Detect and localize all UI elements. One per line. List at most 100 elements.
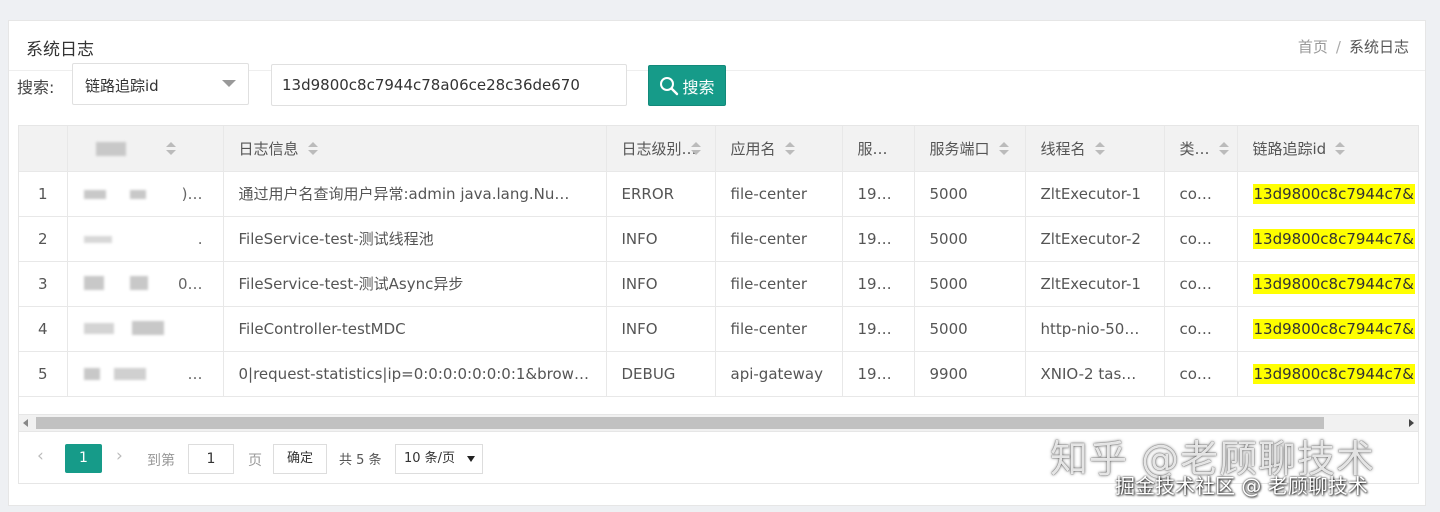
column-header-level[interactable]: 日志级别 [606, 126, 716, 172]
column-header-port[interactable]: 服务端口 [914, 126, 1026, 172]
cell-time-redacted: )… [67, 171, 224, 217]
cell-time-redacted: . [67, 216, 224, 262]
cell-server: 19… [842, 306, 915, 352]
column-header-index [19, 126, 68, 172]
page-button-current[interactable]: 1 [65, 444, 102, 473]
row-index: 3 [19, 261, 68, 307]
column-header-message[interactable]: 日志信息 [223, 126, 607, 172]
total-count: 共 5 条 [339, 453, 382, 468]
chevron-right-icon[interactable]: › [116, 446, 123, 466]
search-label: 搜索: [17, 78, 55, 97]
cell-server: 19… [842, 171, 915, 217]
search-button-label: 搜索 [682, 77, 715, 97]
log-table-container[interactable]: 日志信息 日志级别 应用名 服… 服务端口 线程名 类… 链路追踪id 1 )…… [18, 125, 1419, 415]
breadcrumb-separator: / [1335, 38, 1341, 56]
cell-message: FileService-test-测试Async异步 [223, 261, 607, 307]
goto-label: 到第 [147, 453, 175, 469]
table-row[interactable]: 3 0… FileService-test-测试Async异步 INFO fil… [19, 261, 1418, 307]
cell-trace-id: 13d9800c8c7944c7& [1237, 351, 1418, 397]
trace-id-highlight: 13d9800c8c7944c7& [1252, 228, 1415, 249]
redacted-block [95, 142, 126, 156]
cell-app: file-center [715, 171, 843, 217]
sort-icon[interactable] [1335, 142, 1346, 156]
trace-id-highlight: 13d9800c8c7944c7& [1252, 363, 1415, 384]
table-header-row: 日志信息 日志级别 应用名 服… 服务端口 线程名 类… 链路追踪id [19, 126, 1418, 172]
cell-trace-id: 13d9800c8c7944c7& [1237, 216, 1418, 262]
column-header-time[interactable] [67, 126, 224, 172]
cell-level: ERROR [606, 171, 716, 217]
cell-trace-id: 13d9800c8c7944c7& [1237, 306, 1418, 352]
cell-thread: ZltExecutor-1 [1025, 261, 1165, 307]
cell-port: 5000 [914, 216, 1026, 262]
sort-icon[interactable] [998, 142, 1009, 156]
cell-thread: http-nio-50… [1025, 306, 1165, 352]
scroll-right-icon[interactable] [1409, 419, 1414, 427]
page-size-select[interactable]: 10 条/页 [395, 444, 483, 474]
cell-thread: ZltExecutor-1 [1025, 171, 1165, 217]
confirm-button[interactable]: 确定 [273, 444, 327, 474]
cell-trace-id: 13d9800c8c7944c7& [1237, 171, 1418, 217]
breadcrumb-current: 系统日志 [1348, 38, 1409, 56]
sort-icon[interactable] [784, 142, 795, 156]
page-unit-label: 页 [248, 453, 262, 469]
log-table: 日志信息 日志级别 应用名 服… 服务端口 线程名 类… 链路追踪id 1 )…… [19, 126, 1418, 397]
page-title: 系统日志 [26, 40, 94, 60]
sort-icon[interactable] [1218, 142, 1229, 156]
cell-message: FileService-test-测试线程池 [223, 216, 607, 262]
cell-time-redacted: … [67, 351, 224, 397]
cell-app: file-center [715, 261, 843, 307]
sort-icon[interactable] [1094, 142, 1105, 156]
chevron-left-icon[interactable]: ‹ [37, 446, 44, 466]
cell-level: DEBUG [606, 351, 716, 397]
row-index: 5 [19, 351, 68, 397]
search-input[interactable] [271, 64, 627, 106]
table-row[interactable]: 1 )… 通过用户名查询用户异常:admin java.lang.Nu… ERR… [19, 171, 1418, 217]
breadcrumb: 首页 / 系统日志 [1298, 36, 1409, 57]
column-header-thread[interactable]: 线程名 [1025, 126, 1165, 172]
cell-port: 5000 [914, 171, 1026, 217]
cell-level: INFO [606, 261, 716, 307]
cell-thread: XNIO-2 tas… [1025, 351, 1165, 397]
cell-class: co… [1164, 261, 1238, 307]
trace-id-highlight: 13d9800c8c7944c7& [1252, 183, 1415, 204]
column-header-trace-id[interactable]: 链路追踪id [1237, 126, 1418, 172]
column-header-class[interactable]: 类… [1164, 126, 1238, 172]
cell-class: co… [1164, 351, 1238, 397]
column-header-server[interactable]: 服… [842, 126, 915, 172]
cell-server: 19… [842, 216, 915, 262]
cell-message: 通过用户名查询用户异常:admin java.lang.Nu… [223, 171, 607, 217]
cell-port: 5000 [914, 261, 1026, 307]
row-index: 2 [19, 216, 68, 262]
cell-app: file-center [715, 216, 843, 262]
search-button[interactable]: 搜索 [648, 65, 726, 106]
cell-app: file-center [715, 306, 843, 352]
cell-message: 0|request-statistics|ip=0:0:0:0:0:0:0:1&… [223, 351, 607, 397]
cell-trace-id: 13d9800c8c7944c7& [1237, 261, 1418, 307]
search-icon [660, 76, 679, 95]
search-field-select[interactable]: 链路追踪id [72, 63, 249, 105]
cell-port: 5000 [914, 306, 1026, 352]
column-header-app[interactable]: 应用名 [715, 126, 843, 172]
cell-port: 9900 [914, 351, 1026, 397]
breadcrumb-home-link[interactable]: 首页 [1298, 38, 1328, 56]
sort-icon[interactable] [165, 142, 176, 156]
scroll-left-icon[interactable] [23, 419, 28, 427]
row-index: 1 [19, 171, 68, 217]
page-size-value: 10 条/页 [404, 451, 456, 466]
cell-level: INFO [606, 216, 716, 262]
trace-id-highlight: 13d9800c8c7944c7& [1252, 273, 1415, 294]
table-row[interactable]: 2 . FileService-test-测试线程池 INFO file-cen… [19, 216, 1418, 262]
juejin-watermark: 掘金技术社区 @ 老顾聊技术 [1115, 474, 1368, 498]
cell-message: FileController-testMDC [223, 306, 607, 352]
cell-thread: ZltExecutor-2 [1025, 216, 1165, 262]
table-row[interactable]: 5 … 0|request-statistics|ip=0:0:0:0:0:0:… [19, 351, 1418, 397]
sort-icon[interactable] [307, 142, 318, 156]
search-field-value: 链路追踪id [85, 77, 159, 95]
trace-id-highlight: 13d9800c8c7944c7& [1252, 318, 1415, 339]
cell-level: INFO [606, 306, 716, 352]
goto-page-input[interactable]: 1 [188, 444, 234, 474]
cell-time-redacted [67, 306, 224, 352]
cell-class: co… [1164, 171, 1238, 217]
chevron-down-icon [222, 80, 236, 87]
table-row[interactable]: 4 FileController-testMDC INFO file-cente… [19, 306, 1418, 352]
